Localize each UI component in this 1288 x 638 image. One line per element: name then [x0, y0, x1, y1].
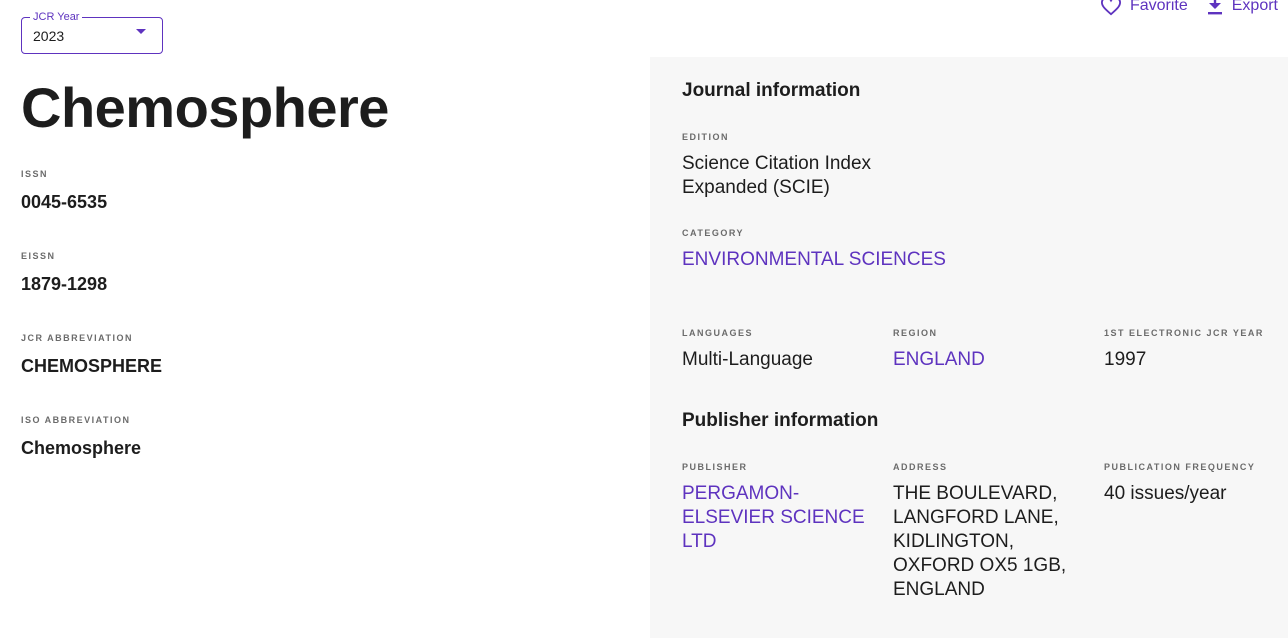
issn-value: 0045-6535: [21, 192, 108, 212]
edition-value: Science Citation Index Expanded (SCIE): [682, 152, 871, 200]
favorite-button[interactable]: Favorite: [1100, 0, 1188, 16]
iso-abbreviation-value: Chemosphere: [21, 438, 142, 458]
edition-field: EDITION Science Citation Index Expanded …: [682, 131, 871, 200]
favorite-label: Favorite: [1129, 0, 1188, 14]
region-label: REGION: [893, 328, 938, 338]
download-icon: [1206, 0, 1224, 16]
jcr-abbreviation-value: CHEMOSPHERE: [21, 356, 163, 376]
jcr-year-select[interactable]: JCR Year 2023: [21, 11, 163, 54]
export-label: Export: [1231, 0, 1278, 14]
jcr-abbreviation-field: JCR ABBREVIATION CHEMOSPHERE: [21, 332, 162, 377]
address-line: THE BOULEVARD,: [893, 483, 1058, 504]
address-line: KIDLINGTON,: [893, 531, 1015, 552]
journal-profile-page: JCR Year 2023 Favorite Export Chemospher…: [0, 0, 1288, 638]
first-electronic-year-value: 1997: [1104, 349, 1147, 370]
publication-frequency-field: PUBLICATION FREQUENCY 40 issues/year: [1104, 461, 1255, 506]
region-link[interactable]: ENGLAND: [893, 348, 985, 372]
languages-field: LANGUAGES Multi-Language: [682, 327, 813, 372]
export-button[interactable]: Export: [1206, 0, 1278, 16]
jcr-abbreviation-label: JCR ABBREVIATION: [21, 333, 134, 343]
address-value: THE BOULEVARD, LANGFORD LANE, KIDLINGTON…: [893, 482, 1066, 602]
info-panel: Journal information EDITION Science Cita…: [650, 57, 1288, 638]
issn-label: ISSN: [21, 169, 49, 179]
languages-label: LANGUAGES: [682, 328, 754, 338]
jcr-year-value: 2023: [33, 28, 65, 44]
iso-abbreviation-label: ISO ABBREVIATION: [21, 415, 131, 425]
category-link[interactable]: ENVIRONMENTAL SCIENCES: [682, 248, 946, 272]
eissn-label: EISSN: [21, 251, 56, 261]
publisher-label: PUBLISHER: [682, 462, 748, 472]
category-field: CATEGORY ENVIRONMENTAL SCIENCES: [682, 227, 946, 272]
header-actions: Favorite Export: [1100, 0, 1278, 16]
iso-abbreviation-field: ISO ABBREVIATION Chemosphere: [21, 414, 141, 459]
first-electronic-year-field: 1ST ELECTRONIC JCR YEAR 1997: [1104, 327, 1264, 372]
edition-label: EDITION: [682, 132, 730, 142]
caret-down-icon: [136, 29, 146, 34]
address-line: ENGLAND: [893, 579, 985, 600]
address-line: LANGFORD LANE,: [893, 507, 1059, 528]
eissn-field: EISSN 1879-1298: [21, 250, 107, 295]
issn-field: ISSN 0045-6535: [21, 168, 107, 213]
eissn-value: 1879-1298: [21, 274, 108, 294]
address-label: ADDRESS: [893, 462, 948, 472]
edition-line: Science Citation Index: [682, 153, 872, 174]
first-electronic-year-label: 1ST ELECTRONIC JCR YEAR: [1104, 328, 1264, 338]
region-field: REGION ENGLAND: [893, 327, 985, 372]
journal-title: Chemosphere: [21, 76, 389, 139]
edition-line: Expanded (SCIE): [682, 177, 830, 198]
publication-frequency-value: 40 issues/year: [1104, 483, 1227, 504]
address-field: ADDRESS THE BOULEVARD, LANGFORD LANE, KI…: [893, 461, 1066, 602]
publisher-field: PUBLISHER PERGAMON- ELSEVIER SCIENCE LTD: [682, 461, 865, 554]
heart-icon: [1100, 0, 1122, 16]
publisher-link[interactable]: PERGAMON- ELSEVIER SCIENCE LTD: [682, 482, 865, 554]
category-label: CATEGORY: [682, 228, 745, 238]
publisher-line: PERGAMON-: [682, 483, 800, 504]
publisher-line: ELSEVIER SCIENCE: [682, 507, 865, 528]
address-line: OXFORD OX5 1GB,: [893, 555, 1067, 576]
publication-frequency-label: PUBLICATION FREQUENCY: [1104, 462, 1256, 472]
publisher-line: LTD: [682, 531, 717, 552]
publisher-information-heading: Publisher information: [682, 410, 879, 431]
languages-value: Multi-Language: [682, 349, 813, 370]
jcr-year-label: JCR Year: [30, 11, 83, 24]
journal-information-heading: Journal information: [682, 80, 861, 101]
